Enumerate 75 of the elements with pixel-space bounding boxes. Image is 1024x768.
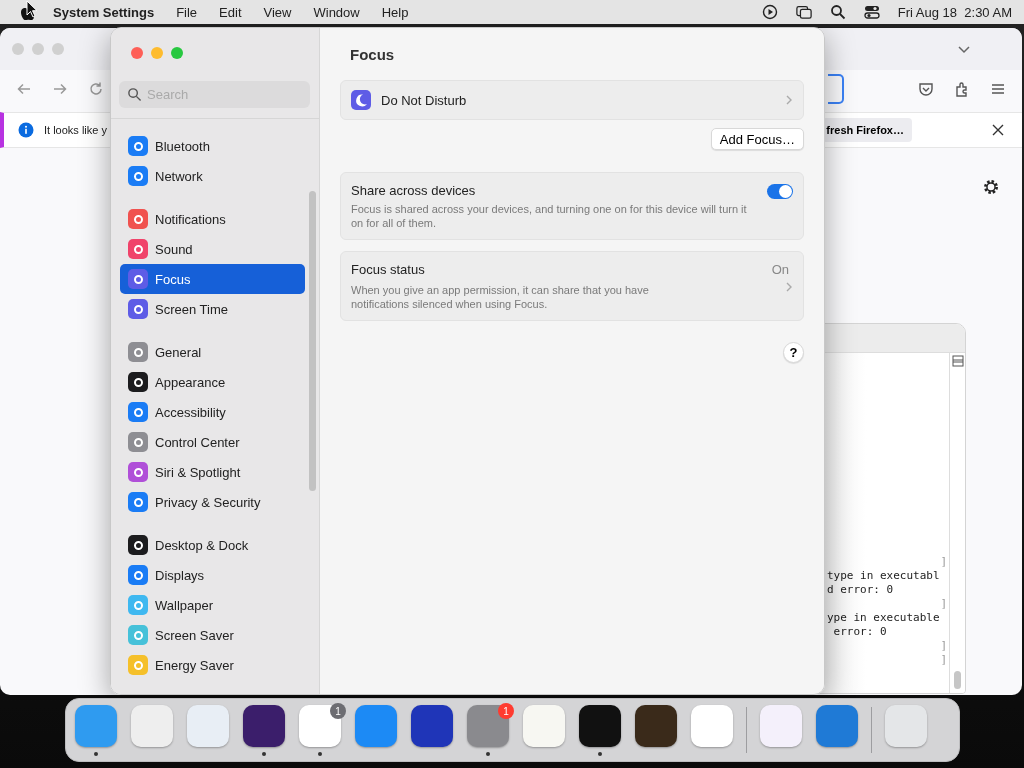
app-icon[interactable] [579, 704, 621, 747]
terminal-line: ] [939, 639, 947, 653]
zoom-button[interactable] [171, 47, 183, 59]
play-icon[interactable] [761, 4, 778, 20]
app-menu[interactable]: System Settings [53, 4, 155, 20]
badge: 1 [330, 703, 346, 719]
menu-item[interactable]: Window [313, 4, 360, 20]
page-title: Focus [349, 44, 396, 65]
terminal-line: ] [939, 555, 947, 569]
menu-item[interactable]: File [176, 4, 198, 20]
terminal-line: ] [939, 597, 947, 611]
search-icon [127, 87, 142, 102]
sidebar-item[interactable]: Displays [120, 560, 305, 590]
sidebar-item[interactable]: Sound [120, 234, 305, 264]
app-icon[interactable] [635, 704, 677, 747]
settings-icon[interactable] [982, 178, 1000, 196]
focus-status-row[interactable]: Focus status When you give an app permission, it can share that you have notifications silenced when using Focus. On [340, 251, 804, 321]
sidebar-item[interactable]: Screen Time [120, 294, 305, 324]
sidebar-item[interactable]: Accessibility [120, 397, 305, 427]
sidebar-item[interactable]: Network [120, 161, 305, 191]
sidebar-item[interactable]: General [120, 337, 305, 367]
sidebar-item[interactable]: Control Center [120, 427, 305, 457]
search-icon[interactable] [829, 4, 846, 20]
sidebar-item[interactable]: Siri & Spotlight [120, 457, 305, 487]
back-icon[interactable] [16, 81, 32, 97]
pocket-icon[interactable] [918, 81, 934, 97]
notification-text: It looks like y [44, 124, 107, 136]
sidebar-item[interactable]: Privacy & Security [120, 487, 305, 517]
control-center-icon[interactable] [863, 4, 880, 20]
info-icon [18, 122, 34, 138]
add-focus-button[interactable]: Add Focus… [710, 128, 804, 150]
clock[interactable]: Fri Aug 18 2:30 AM [897, 4, 1012, 20]
scrollbar-thumb[interactable] [308, 191, 316, 491]
sidebar-item[interactable]: Notifications [120, 204, 305, 234]
terminal-line: ype in executable [827, 611, 941, 625]
focus-mode-row[interactable]: Do Not Disturb [340, 80, 804, 120]
sidebar-item[interactable]: Wallpaper [120, 590, 305, 620]
sidebar-item[interactable]: Focus [120, 264, 305, 294]
chevron-right-icon [785, 94, 793, 106]
menu-item[interactable]: Edit [219, 4, 242, 20]
terminal-line: ] [939, 653, 947, 667]
menu-item[interactable]: Help [381, 4, 409, 20]
terminal-line: type in executabl [827, 569, 941, 583]
sidebar-item[interactable]: Bluetooth [120, 131, 305, 161]
badge: 1 [498, 703, 514, 719]
terminal-line: d error: 0 [827, 583, 895, 597]
moon-icon [351, 90, 371, 110]
setting-title: Focus status [351, 262, 426, 277]
setting-description: Focus is shared across your devices, and turning one on for this device will turn it on for all of them. [351, 202, 748, 230]
app-icon[interactable] [243, 704, 285, 747]
sidebar-item[interactable]: Appearance [120, 367, 305, 397]
pointer-icon [26, 0, 38, 18]
chevron-right-icon [785, 281, 793, 293]
help-button[interactable]: ? [783, 342, 804, 363]
address-field[interactable] [828, 74, 844, 104]
toggle-switch[interactable] [767, 184, 793, 199]
terminal-line: error: 0 [832, 625, 888, 639]
setting-description: When you give an app permission, it can share that you have notifications silenced when using Focus. [351, 283, 650, 311]
setting-title: Share across devices [351, 183, 477, 198]
split-icon[interactable] [951, 355, 964, 367]
app-icon[interactable] [411, 704, 453, 747]
reload-icon[interactable] [88, 81, 104, 97]
close-button[interactable] [131, 47, 143, 59]
menu-item[interactable]: View [263, 4, 292, 20]
windows-icon[interactable] [795, 4, 812, 20]
puzzle-icon[interactable] [954, 81, 970, 97]
sidebar-item[interactable]: Desktop & Dock [120, 530, 305, 560]
refresh-button[interactable]: fresh Firefox… [822, 118, 912, 142]
scrollbar-thumb[interactable] [954, 671, 961, 689]
status-value: On [771, 262, 790, 277]
forward-icon[interactable] [52, 81, 68, 97]
sidebar-item[interactable]: Screen Saver [120, 620, 305, 650]
close-icon[interactable] [990, 122, 1006, 138]
sidebar-item[interactable]: Energy Saver [120, 650, 305, 680]
menu-icon[interactable] [990, 81, 1006, 97]
